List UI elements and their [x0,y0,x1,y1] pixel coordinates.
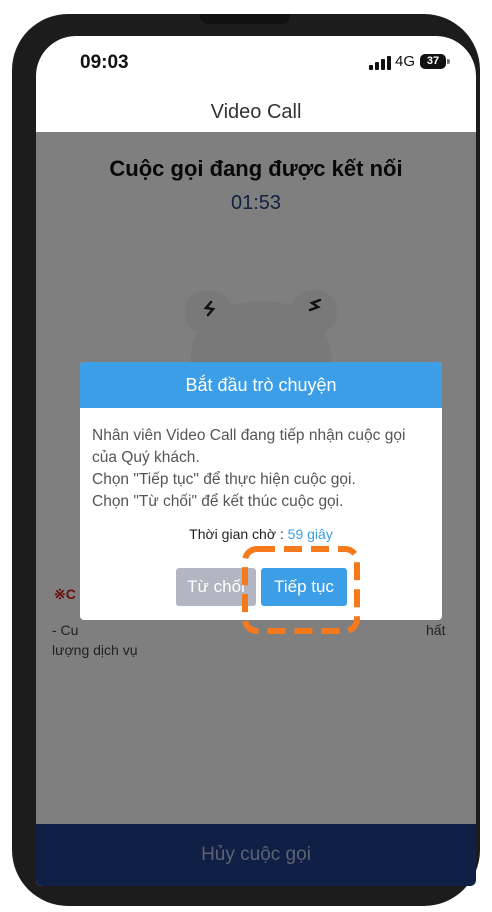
app-bar-title: Video Call [210,101,302,123]
status-bar: 09:03 4G 37 [36,36,476,86]
highlight-box [242,546,360,634]
wait-time: Thời gian chờ : 59 giây [80,526,442,542]
wait-time-label: Thời gian chờ : [189,526,288,542]
battery-tip [447,59,450,64]
phone-notch [200,14,290,24]
status-time: 09:03 [80,52,129,73]
phone-screen: 09:03 4G 37 Video Call Cuộc gọi đang đượ… [36,36,476,886]
signal-icon [369,54,391,70]
battery-icon: 37 [420,54,446,69]
dialog-title: Bắt đầu trò chuyện [80,362,442,408]
dialog-message: Nhân viên Video Call đang tiếp nhận cuộc… [92,427,406,510]
network-type: 4G [395,53,416,70]
wait-time-count: 59 giây [287,526,333,542]
